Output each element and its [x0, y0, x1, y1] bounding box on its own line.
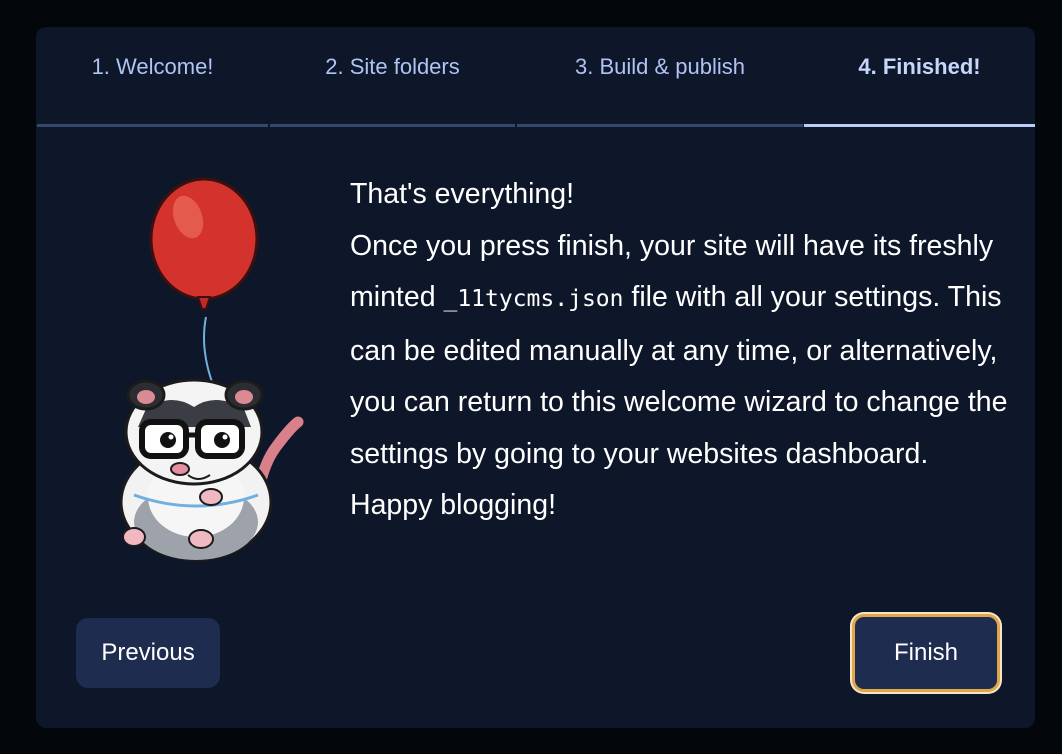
- message-body: Once you press finish, your site will ha…: [350, 221, 1010, 481]
- tab-finished[interactable]: 4. Finished!: [804, 27, 1035, 127]
- balloon: [149, 177, 259, 301]
- tab-site-folders-label: 2. Site folders: [325, 54, 460, 79]
- tab-welcome[interactable]: 1. Welcome!: [36, 27, 269, 127]
- tab-welcome-label: 1. Welcome!: [91, 54, 214, 79]
- message-heading: That's everything!: [350, 178, 575, 210]
- tab-finished-underline: [804, 124, 1035, 127]
- tab-site-folders-underline: [270, 124, 515, 127]
- wizard-dialog: 1. Welcome! 2. Site folders 3. Build & p…: [36, 27, 1035, 728]
- tab-finished-label: 4. Finished!: [858, 54, 981, 79]
- tab-build-publish-label: 3. Build & publish: [575, 54, 745, 79]
- previous-button[interactable]: Previous: [76, 618, 220, 688]
- tab-build-publish-underline: [517, 124, 803, 127]
- wizard-tabs: 1. Welcome! 2. Site folders 3. Build & p…: [36, 27, 1035, 127]
- tab-welcome-underline: [37, 124, 268, 127]
- tab-build-publish[interactable]: 3. Build & publish: [516, 27, 804, 127]
- finish-message: That's everything! Once you press finish…: [350, 169, 1010, 532]
- finish-button[interactable]: Finish: [852, 614, 1000, 692]
- config-filename: _11tycms.json: [443, 286, 624, 312]
- message-closing: Happy blogging!: [350, 489, 556, 521]
- opossum-balloon-illustration: [119, 177, 304, 562]
- tab-site-folders[interactable]: 2. Site folders: [269, 27, 516, 127]
